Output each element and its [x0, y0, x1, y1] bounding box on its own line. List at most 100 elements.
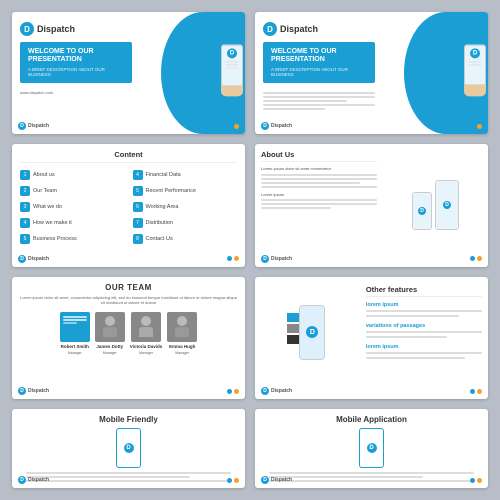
- content-item-6: 6 Working Area: [133, 200, 238, 214]
- slide-welcome-2: Dispatch WELCOME TO OURPRESENTATION A BR…: [255, 12, 488, 134]
- phone-small: D: [412, 192, 432, 230]
- footer-text-4: Dispatch: [271, 256, 292, 262]
- item-num: 7: [133, 218, 143, 228]
- item-num: 8: [133, 234, 143, 244]
- feature-title-2: variations of passages: [366, 323, 482, 329]
- footer-logo-3: D Dispatch: [18, 255, 49, 263]
- team-desc: Lorem ipsum dolor sit amet, consectetur …: [20, 295, 237, 306]
- desc-line: [366, 315, 459, 317]
- text-line: [26, 472, 231, 474]
- footer-icon-8: D: [261, 476, 269, 484]
- person-silhouette-4: [167, 312, 197, 342]
- slide6-footer: D Dispatch: [255, 387, 488, 395]
- phone-screen-2: D: [465, 46, 485, 86]
- slide-welcome-1: Dispatch WELCOME TO OURPRESENTATION A BR…: [12, 12, 245, 134]
- slide2-right: D: [383, 12, 488, 134]
- phone-icon-small: D: [418, 207, 426, 215]
- item-label: Business Process: [33, 236, 77, 242]
- member-card-content: [60, 312, 90, 342]
- item-num: 5: [20, 234, 30, 244]
- slide2-left: Dispatch WELCOME TO OURPRESENTATION A BR…: [255, 12, 383, 134]
- logo-icon-2: [263, 22, 277, 36]
- team-member-3: Victoria Davids Manager: [130, 312, 162, 355]
- footer-logo-8: D Dispatch: [261, 476, 292, 484]
- member-name-1: Robert Smith: [61, 344, 89, 349]
- dot-blue-6: [470, 389, 475, 394]
- phone-hand: D: [221, 45, 243, 97]
- team-member-1: Robert Smith Manager: [60, 312, 90, 355]
- desc-line: [366, 352, 482, 354]
- footer-icon-6: D: [261, 387, 269, 395]
- about-left: About Us Lorem ipsum dolor sit amet cons…: [255, 144, 383, 266]
- dot-orange: [234, 124, 239, 129]
- item-label: What we do: [33, 204, 62, 210]
- team-title: OUR TEAM: [20, 283, 237, 292]
- text-line: [261, 182, 360, 184]
- item-num: 6: [133, 202, 143, 212]
- person-body: [139, 327, 153, 337]
- desc-line: [366, 336, 447, 338]
- slide2-logo-area: Dispatch: [263, 22, 375, 36]
- card-line: [63, 322, 77, 324]
- footer-icon-4: D: [261, 255, 269, 263]
- slide1-url: www.dispatch.com: [20, 90, 132, 95]
- dot-orange-2: [477, 124, 482, 129]
- about-sub-label: Lorem ipsum: [261, 192, 377, 197]
- dot-blue-3: [227, 256, 232, 261]
- member-role-4: Manager: [175, 351, 189, 355]
- phone-line: [469, 62, 482, 63]
- slide-team: OUR TEAM Lorem ipsum dolor sit amet, con…: [12, 277, 245, 399]
- footer-text-3: Dispatch: [28, 256, 49, 262]
- dot-blue-5: [227, 389, 232, 394]
- text-line: [263, 100, 347, 102]
- features-phone-icon: D: [306, 326, 318, 338]
- slide2-body: [263, 90, 375, 112]
- footer-dots-6: [470, 389, 482, 394]
- footer-dots-8: [470, 478, 482, 483]
- dot-orange-3: [234, 256, 239, 261]
- dot-blue-7: [227, 478, 232, 483]
- slide1-right: D: [140, 12, 245, 134]
- phone-screen: D: [222, 46, 242, 86]
- item-label: About us: [33, 172, 55, 178]
- member-role-2: Manager: [103, 351, 117, 355]
- content-item-7: 4 How we make it: [20, 216, 125, 230]
- phone-body: D: [221, 45, 243, 87]
- dot-orange-4: [477, 256, 482, 261]
- text-line: [263, 108, 325, 110]
- card-line: [63, 316, 87, 318]
- member-name-2: James Dotty: [96, 344, 123, 349]
- feature-item-3: lorem ipsum: [366, 344, 482, 360]
- dot-orange-7: [234, 478, 239, 483]
- mobile-friendly-phone: D: [116, 428, 141, 468]
- features-phone-screen: D: [300, 306, 324, 359]
- features-right: Other features lorem ipsum variations of…: [360, 277, 488, 399]
- slide2-subtitle: A BRIEF DESCRIPTION ABOUT OUR BUSINESS: [271, 67, 367, 77]
- slide-features: D Other features lorem ipsum variations …: [255, 277, 488, 399]
- slide2-title: WELCOME TO OURPRESENTATION: [271, 48, 367, 65]
- item-num: 4: [133, 170, 143, 180]
- content-item-5: 3 What we do: [20, 200, 125, 214]
- footer-icon-3: D: [18, 255, 26, 263]
- slide1-subtitle: A BRIEF DESCRIPTION ABOUT OUR BUSINESS: [28, 67, 124, 77]
- feature-title-3: lorem ipsum: [366, 344, 482, 350]
- phone-screen-small: D: [413, 193, 431, 229]
- mobile-friendly-icon-area: D: [20, 428, 237, 468]
- item-label: Recent Performance: [146, 188, 196, 194]
- phone-large: D: [435, 180, 459, 230]
- slide4-footer: D Dispatch: [255, 255, 488, 263]
- phones-group: D D: [412, 180, 459, 230]
- hand-shape-2: [464, 85, 486, 97]
- person-head: [177, 316, 187, 326]
- desc-line: [366, 331, 482, 333]
- slide-content: Content 1 About us 4 Financial Data 2 Ou…: [12, 144, 245, 266]
- desc-line: [366, 357, 465, 359]
- text-line: [261, 174, 377, 176]
- footer-icon-7: D: [18, 476, 26, 484]
- feature-desc-2: [366, 330, 482, 339]
- feature-title-1: lorem ipsum: [366, 302, 482, 308]
- text-line: [263, 96, 375, 98]
- item-num: 3: [20, 202, 30, 212]
- person-silhouette-3: [131, 312, 161, 342]
- member-name-4: Emma Hugh: [169, 344, 195, 349]
